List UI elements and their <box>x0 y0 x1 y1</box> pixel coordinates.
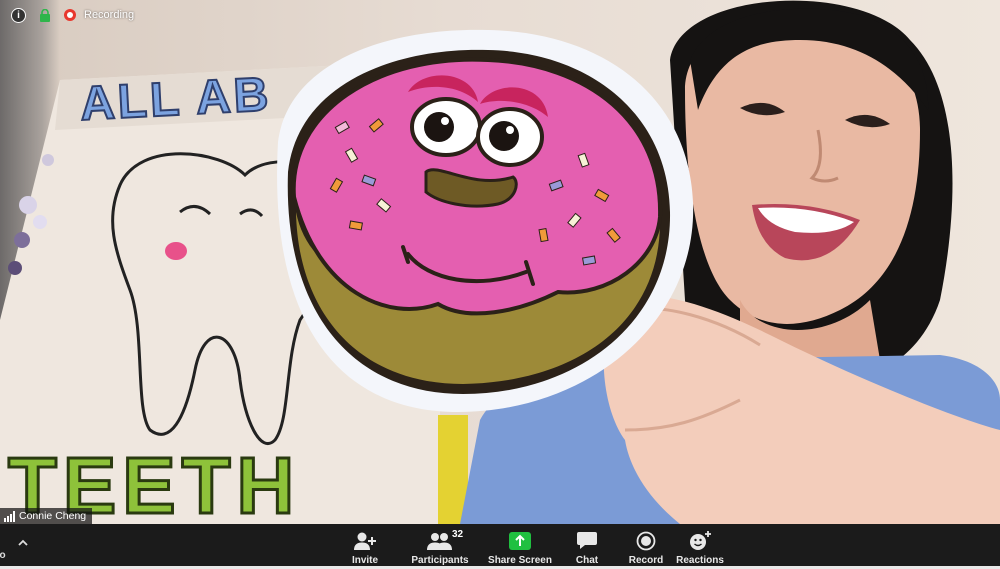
chat-button[interactable]: Chat <box>574 528 600 566</box>
meeting-status-bar: i Recording <box>0 0 134 30</box>
participant-name-tag: Connie Cheng <box>0 508 93 524</box>
invite-button[interactable]: Invite <box>351 528 379 566</box>
chat-icon <box>577 528 597 554</box>
zoom-meeting-window: ALL AB TEETH i Recording Connie Cheng o … <box>0 0 1000 569</box>
chat-label: Chat <box>575 555 599 566</box>
record-icon <box>636 528 656 554</box>
signal-strength-icon <box>4 510 15 522</box>
share-screen-label: Share Screen <box>488 555 552 566</box>
recording-label: Recording <box>84 9 135 21</box>
participant-name: Connie Cheng <box>19 510 87 522</box>
reactions-button[interactable]: Reactions <box>676 528 724 566</box>
recording-icon <box>64 9 76 21</box>
chevron-up-icon[interactable] <box>16 536 30 550</box>
video-button-label[interactable]: eo <box>0 550 6 561</box>
participants-label: Participants <box>411 555 469 566</box>
record-label: Record <box>628 555 664 566</box>
meeting-toolbar: eo Invite 32 Participants Share Screen <box>0 524 1000 569</box>
share-screen-icon <box>509 528 531 554</box>
invite-label: Invite <box>351 555 379 566</box>
info-icon[interactable]: i <box>11 7 26 23</box>
record-button[interactable]: Record <box>628 528 664 566</box>
participants-button[interactable]: 32 Participants <box>411 528 469 566</box>
poster-title: ALL AB <box>78 67 274 132</box>
donut-sticker <box>277 29 694 413</box>
participants-icon: 32 <box>427 528 463 554</box>
reactions-icon <box>688 528 712 554</box>
add-user-icon <box>353 528 377 554</box>
participant-count: 32 <box>452 529 464 540</box>
participant-video: ALL AB TEETH i Recording Connie Cheng <box>0 0 1000 524</box>
share-screen-button[interactable]: Share Screen <box>488 528 552 566</box>
lock-icon[interactable] <box>40 8 50 22</box>
reactions-label: Reactions <box>676 555 724 566</box>
